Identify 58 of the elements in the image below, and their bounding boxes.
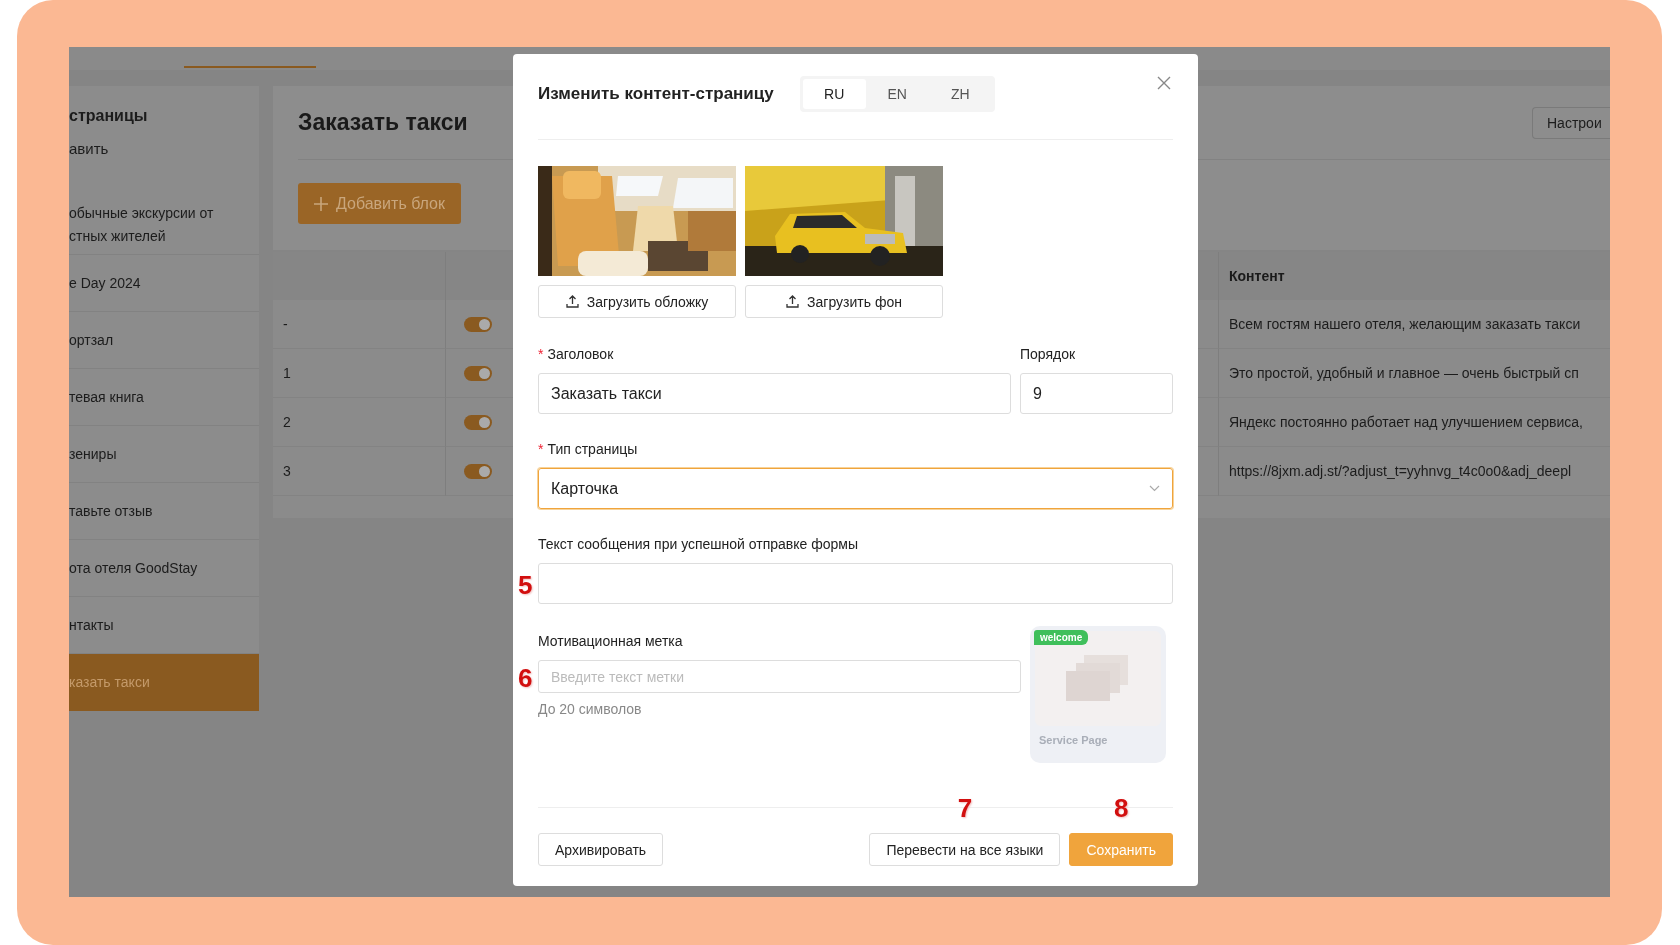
table-cell: Яндекс постоянно работает над улучшением сервиса, bbox=[1218, 398, 1610, 447]
action-button[interactable]: Перевести на все языки bbox=[869, 833, 1061, 866]
badge-text-field[interactable]: Введите текст метки bbox=[538, 660, 1021, 693]
column-header: Контент bbox=[1218, 252, 1610, 300]
close-icon bbox=[1157, 76, 1171, 90]
table-cell: 3 bbox=[273, 447, 445, 496]
page-type-select[interactable]: Карточка bbox=[538, 468, 1173, 509]
dialog-title: Изменить контент-страницу bbox=[538, 84, 774, 104]
hint-text: До 20 символов bbox=[538, 701, 643, 717]
sidebar-item[interactable]: тавьте отзыв bbox=[69, 483, 259, 540]
table-cell: 2 bbox=[273, 398, 445, 447]
required-mark: * bbox=[538, 441, 544, 457]
annotation-number: 6 bbox=[518, 665, 533, 691]
toggle-switch[interactable] bbox=[464, 365, 492, 381]
action-button[interactable]: Архивировать bbox=[538, 833, 664, 866]
sidebar-item[interactable]: ортзал bbox=[69, 312, 259, 369]
order-field[interactable]: 9 bbox=[1020, 373, 1173, 414]
table-cell: Это простой, удобный и главное — очень быстрый сп bbox=[1218, 349, 1610, 398]
toggle-switch[interactable] bbox=[464, 316, 492, 332]
upload-icon bbox=[565, 295, 579, 308]
close-button[interactable] bbox=[1155, 74, 1173, 92]
table-cell: Всем гостям нашего отеля, желающим заказать такси bbox=[1218, 300, 1610, 349]
toggle-switch[interactable] bbox=[464, 414, 492, 430]
sidebar-item[interactable]: ота отеля GoodStay bbox=[69, 540, 259, 597]
sidebar-item[interactable]: обычные экскурсии от стных жителей bbox=[69, 196, 259, 255]
field-label: * Тип страницы bbox=[538, 440, 639, 458]
field-label: Порядок bbox=[1020, 345, 1077, 363]
language-tab[interactable]: RU bbox=[802, 79, 866, 109]
upload-icon bbox=[786, 295, 800, 308]
field-label: Мотивационная метка bbox=[538, 632, 684, 650]
required-mark: * bbox=[538, 346, 544, 362]
annotation-number: 8 bbox=[1113, 793, 1129, 824]
field-label: * Заголовок bbox=[538, 345, 615, 363]
table-cell: - bbox=[273, 300, 445, 349]
upload-button[interactable]: Загрузить обложку bbox=[538, 285, 736, 318]
language-tab[interactable]: ZH bbox=[928, 79, 992, 109]
sidebar-title: страницы bbox=[69, 106, 149, 126]
annotation-number: 7 bbox=[957, 793, 973, 824]
add-link[interactable]: авить bbox=[69, 126, 259, 159]
table-cell: https://8jxm.adj.st/?adjust_t=yyhnvg_t4c0o0&adj_deepl bbox=[1218, 447, 1610, 496]
field-label: Текст сообщения при успешной отправке формы bbox=[538, 535, 860, 553]
settings-button[interactable]: Настрои bbox=[1532, 106, 1610, 139]
title-field[interactable]: Заказать такси bbox=[538, 373, 1011, 414]
toggle-switch[interactable] bbox=[464, 463, 492, 479]
sidebar-item[interactable]: зениры bbox=[69, 426, 259, 483]
plus-icon bbox=[314, 196, 328, 211]
page-title: Заказать такси bbox=[298, 109, 468, 136]
language-tab[interactable]: EN bbox=[865, 79, 929, 109]
message-field[interactable] bbox=[538, 563, 1173, 604]
chevron-down-icon bbox=[1149, 485, 1160, 492]
stacked-cards-icon bbox=[1066, 654, 1130, 703]
table-cell: 1 bbox=[273, 349, 445, 398]
annotation-number: 5 bbox=[518, 572, 533, 598]
preview-caption: Service Page bbox=[1038, 733, 1109, 746]
sidebar-item[interactable]: тевая книга bbox=[69, 369, 259, 426]
upload-button[interactable]: Загрузить фон bbox=[745, 285, 943, 318]
welcome-badge: welcome bbox=[1034, 630, 1089, 645]
sidebar-item[interactable]: e Day 2024 bbox=[69, 255, 259, 312]
